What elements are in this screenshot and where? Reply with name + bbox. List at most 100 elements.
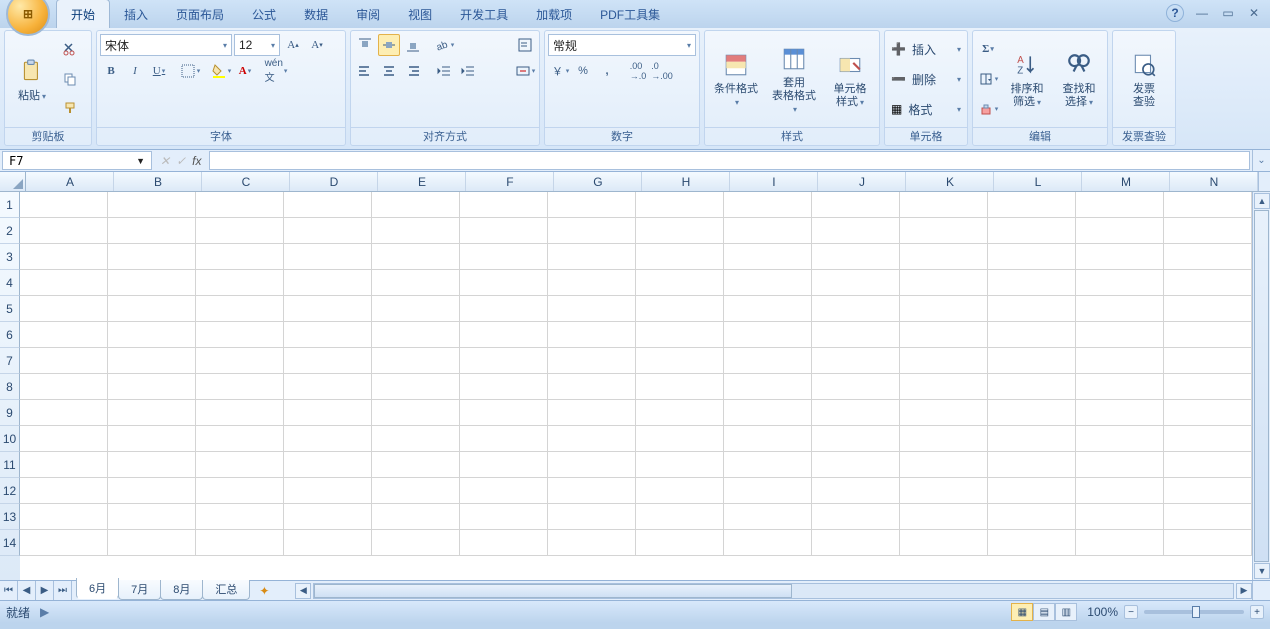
- tab-视图[interactable]: 视图: [394, 0, 446, 28]
- cell[interactable]: [108, 426, 196, 451]
- row-header-7[interactable]: 7: [0, 348, 20, 374]
- align-bottom-button[interactable]: [402, 34, 424, 56]
- row-header-4[interactable]: 4: [0, 270, 20, 296]
- cell[interactable]: [900, 530, 988, 555]
- cell[interactable]: [1164, 400, 1252, 425]
- expand-formula-bar-icon[interactable]: ⌄: [1252, 150, 1270, 171]
- font-color-button[interactable]: A: [234, 60, 256, 82]
- page-break-view-button[interactable]: ▥: [1055, 603, 1077, 621]
- cell[interactable]: [196, 192, 284, 217]
- cell[interactable]: [1076, 322, 1164, 347]
- cell[interactable]: [284, 530, 372, 555]
- zoom-slider[interactable]: [1144, 610, 1244, 614]
- cell[interactable]: [900, 374, 988, 399]
- cell[interactable]: [724, 504, 812, 529]
- cell[interactable]: [108, 504, 196, 529]
- col-header-C[interactable]: C: [202, 172, 290, 191]
- cell[interactable]: [284, 400, 372, 425]
- chevron-down-icon[interactable]: ▾: [687, 41, 691, 50]
- cell[interactable]: [460, 270, 548, 295]
- zoom-handle[interactable]: [1192, 606, 1200, 618]
- chevron-down-icon[interactable]: ▾: [271, 41, 275, 50]
- clear-button[interactable]: [977, 98, 999, 120]
- col-header-N[interactable]: N: [1170, 172, 1258, 191]
- cell[interactable]: [1164, 530, 1252, 555]
- cell[interactable]: [20, 322, 108, 347]
- find-select-button[interactable]: 查找和 选择: [1054, 34, 1104, 124]
- decrease-indent-button[interactable]: [433, 60, 455, 82]
- prev-sheet-button[interactable]: ◀: [18, 581, 36, 600]
- cell[interactable]: [988, 192, 1076, 217]
- col-header-I[interactable]: I: [730, 172, 818, 191]
- chevron-down-icon[interactable]: ▼: [136, 156, 145, 166]
- sheet-tab-汇总[interactable]: 汇总: [202, 579, 250, 600]
- cell[interactable]: [724, 322, 812, 347]
- scroll-up-button[interactable]: ▲: [1254, 193, 1270, 209]
- cell[interactable]: [548, 322, 636, 347]
- cell[interactable]: [372, 400, 460, 425]
- decrease-font-button[interactable]: A▾: [306, 34, 328, 56]
- cell[interactable]: [724, 244, 812, 269]
- sheet-tab-6月[interactable]: 6月: [76, 578, 119, 599]
- col-header-H[interactable]: H: [642, 172, 730, 191]
- cell[interactable]: [460, 322, 548, 347]
- row-header-11[interactable]: 11: [0, 452, 20, 478]
- cell[interactable]: [724, 426, 812, 451]
- vscroll-thumb[interactable]: [1254, 210, 1269, 562]
- cell[interactable]: [284, 374, 372, 399]
- cell[interactable]: [988, 348, 1076, 373]
- cell[interactable]: [812, 322, 900, 347]
- cell[interactable]: [636, 244, 724, 269]
- cell[interactable]: [636, 296, 724, 321]
- enter-formula-icon[interactable]: ✓: [176, 154, 186, 168]
- borders-button[interactable]: [179, 60, 201, 82]
- macro-record-icon[interactable]: ▶: [40, 605, 49, 619]
- cell[interactable]: [372, 452, 460, 477]
- cell[interactable]: [724, 400, 812, 425]
- cell[interactable]: [988, 504, 1076, 529]
- row-header-10[interactable]: 10: [0, 426, 20, 452]
- next-sheet-button[interactable]: ▶: [36, 581, 54, 600]
- cell[interactable]: [20, 374, 108, 399]
- cell[interactable]: [372, 348, 460, 373]
- tab-审阅[interactable]: 审阅: [342, 0, 394, 28]
- cell[interactable]: [20, 452, 108, 477]
- cell[interactable]: [20, 478, 108, 503]
- cell[interactable]: [196, 478, 284, 503]
- row-header-13[interactable]: 13: [0, 504, 20, 530]
- cell[interactable]: [20, 270, 108, 295]
- wrap-text-button[interactable]: [514, 34, 536, 56]
- cell[interactable]: [988, 322, 1076, 347]
- cell[interactable]: [1076, 504, 1164, 529]
- cell[interactable]: [636, 452, 724, 477]
- cancel-formula-icon[interactable]: ✕: [160, 154, 170, 168]
- help-icon[interactable]: ?: [1166, 4, 1184, 22]
- cell[interactable]: [636, 192, 724, 217]
- cell[interactable]: [372, 426, 460, 451]
- decrease-decimal-button[interactable]: .0→.00: [651, 60, 673, 82]
- underline-button[interactable]: U: [148, 60, 170, 82]
- cell[interactable]: [108, 192, 196, 217]
- close-icon[interactable]: ✕: [1246, 5, 1262, 21]
- cell[interactable]: [284, 270, 372, 295]
- cell[interactable]: [988, 426, 1076, 451]
- percent-button[interactable]: %: [572, 60, 594, 82]
- cell[interactable]: [196, 296, 284, 321]
- cell[interactable]: [1164, 426, 1252, 451]
- cell[interactable]: [108, 270, 196, 295]
- cell[interactable]: [460, 478, 548, 503]
- row-header-14[interactable]: 14: [0, 530, 20, 556]
- cell[interactable]: [636, 270, 724, 295]
- cell[interactable]: [460, 452, 548, 477]
- cell[interactable]: [1076, 478, 1164, 503]
- cell[interactable]: [284, 348, 372, 373]
- cell[interactable]: [636, 348, 724, 373]
- cell[interactable]: [548, 478, 636, 503]
- col-header-B[interactable]: B: [114, 172, 202, 191]
- tab-公式[interactable]: 公式: [238, 0, 290, 28]
- conditional-format-button[interactable]: 条件格式: [708, 34, 764, 124]
- cell[interactable]: [988, 374, 1076, 399]
- cell[interactable]: [1076, 192, 1164, 217]
- cell[interactable]: [372, 504, 460, 529]
- cell[interactable]: [108, 296, 196, 321]
